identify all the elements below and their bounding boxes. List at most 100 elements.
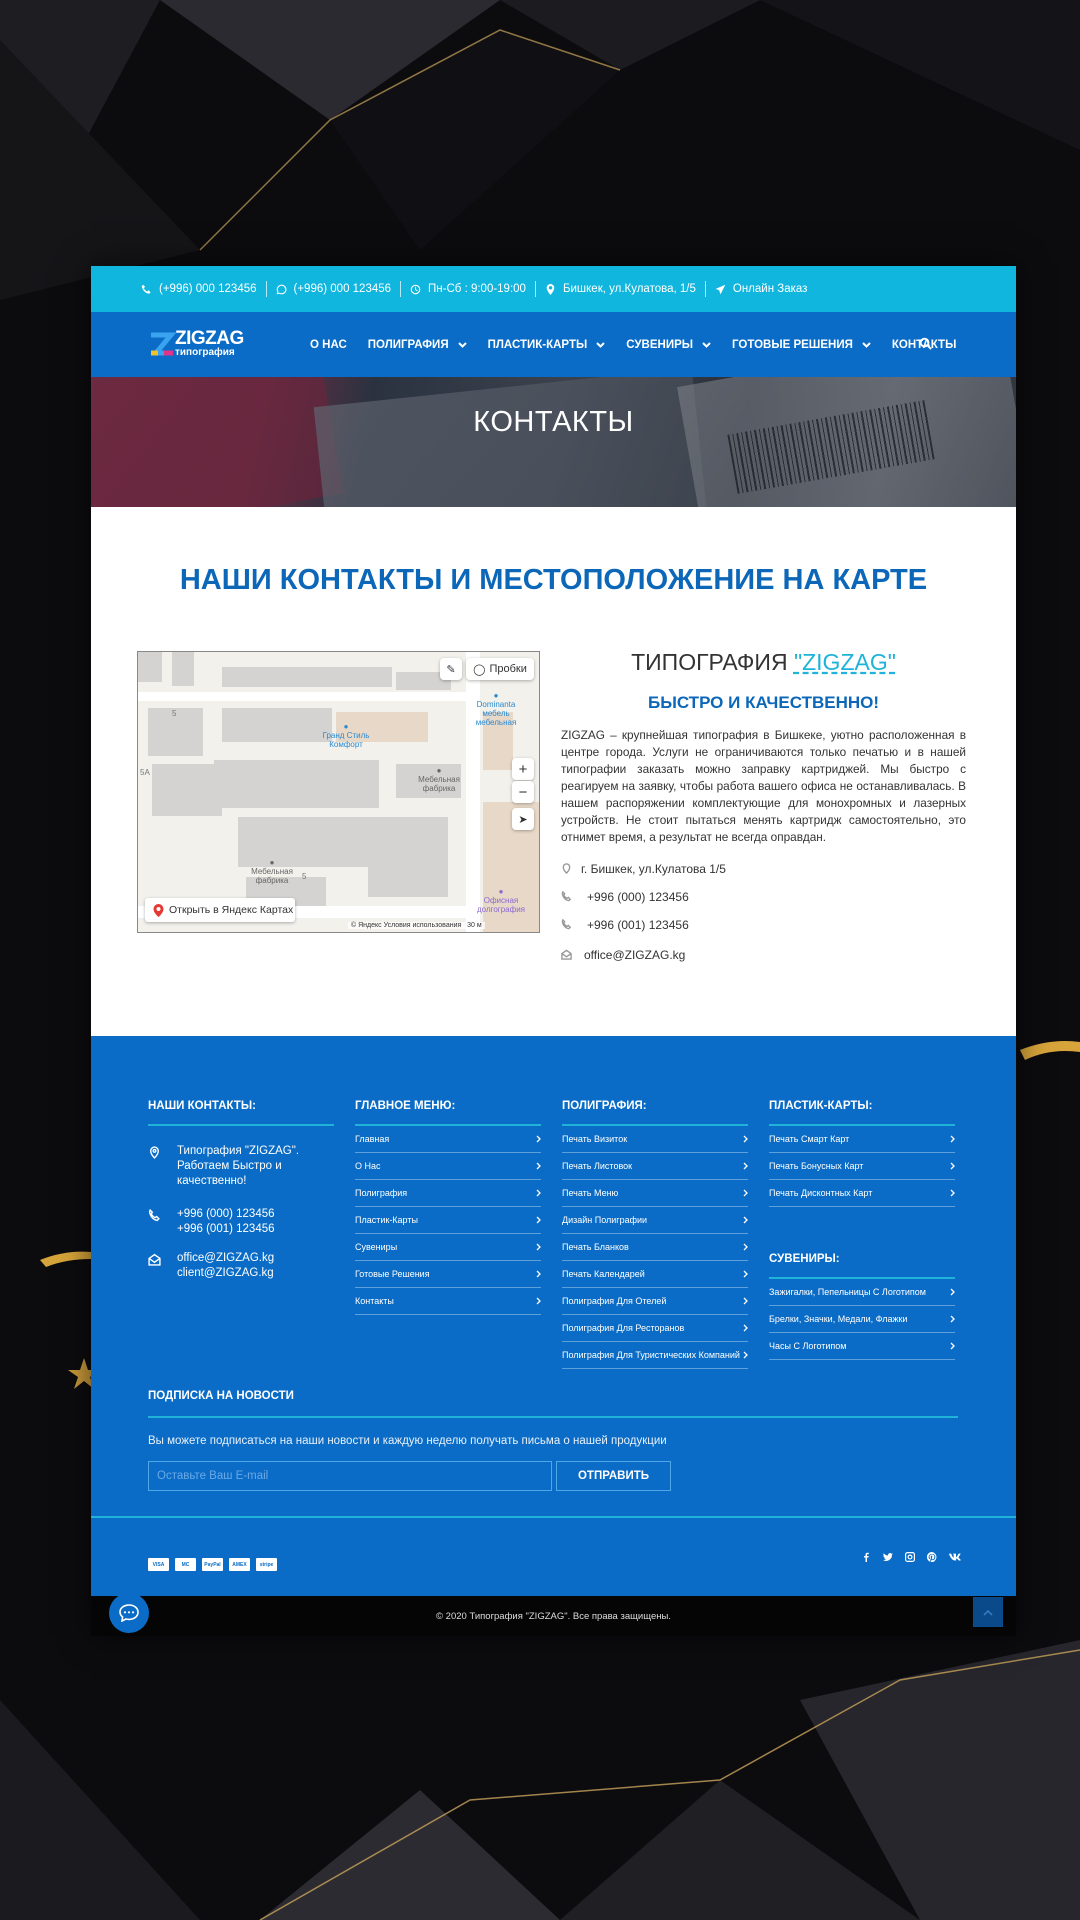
footer-link-label: Печать Календарей	[562, 1269, 645, 1279]
footer-phone-2[interactable]: +996 (001) 123456	[177, 1222, 275, 1237]
newsletter-submit-button[interactable]: ОТПРАВИТЬ	[556, 1461, 671, 1491]
map-zoom-in-button[interactable]: +	[512, 758, 534, 780]
footer-poligraphy-link[interactable]: Дизайн Полиграфии	[562, 1207, 748, 1234]
footer-contact-emails[interactable]: office@ZIGZAG.kg client@ZIGZAG.kg	[148, 1251, 334, 1281]
footer-menu-link[interactable]: Контакты	[355, 1288, 541, 1315]
copyright-text: © 2020 Типография "ZIGZAG". Все права за…	[436, 1610, 671, 1622]
nav-ready-solutions-label: ГОТОВЫЕ РЕШЕНИЯ	[732, 338, 853, 351]
nav-plastic-cards[interactable]: ПЛАСТИК-КАРТЫ	[488, 339, 606, 351]
topbar-phone-text: (+996) 000 123456	[159, 283, 257, 295]
nav-ready-solutions[interactable]: ГОТОВЫЕ РЕШЕНИЯ	[732, 339, 871, 351]
chevron-right-icon	[743, 1189, 748, 1197]
chevron-right-icon	[536, 1243, 541, 1251]
map-poi-factory[interactable]: ● Мебельная фабрика	[244, 858, 300, 885]
chevron-right-icon	[743, 1270, 748, 1278]
contact-address: г. Бишкек, ул.Кулатова 1/5	[561, 860, 966, 877]
site-logo[interactable]: ZIGZAG типография	[148, 328, 248, 360]
map-poi-office[interactable]: ● Офисная долгография	[474, 887, 528, 914]
footer-poligraphy-link[interactable]: Полиграфия Для Туристических Компаний	[562, 1342, 748, 1369]
footer-souvenirs-link[interactable]: Зажигалки, Пепельницы С Логотипом	[769, 1279, 955, 1306]
footer-divider	[91, 1516, 1016, 1518]
footer-menu-link[interactable]: Главная	[355, 1126, 541, 1153]
chevron-right-icon	[536, 1297, 541, 1305]
map-poi-label: Мебельная фабрика	[251, 867, 293, 885]
facebook-icon[interactable]	[861, 1552, 871, 1562]
map-pin-icon: ●	[269, 858, 275, 867]
footer-poligraphy-link[interactable]: Печать Календарей	[562, 1261, 748, 1288]
topbar-whatsapp-text: (+996) 000 123456	[293, 283, 392, 295]
topbar-phone[interactable]: (+996) 000 123456	[141, 281, 267, 297]
contact-email[interactable]: office@ZIGZAG.kg	[561, 946, 966, 963]
topbar-hours-text: Пн-Сб : 9:00-19:00	[428, 283, 526, 295]
map-poi-label: Гранд Стиль Комфорт	[322, 731, 370, 749]
map-pin-icon: ●	[343, 722, 349, 731]
chevron-right-icon	[536, 1135, 541, 1143]
scroll-to-top-button[interactable]	[973, 1597, 1003, 1627]
nav-poligraphy[interactable]: ПОЛИГРАФИЯ	[368, 339, 467, 351]
map-geolocation-button[interactable]: ➤	[512, 808, 534, 830]
footer-menu-link[interactable]: Готовые Решения	[355, 1261, 541, 1288]
footer-email-2[interactable]: client@ZIGZAG.kg	[177, 1266, 274, 1281]
footer-poligraphy-link[interactable]: Печать Бланков	[562, 1234, 748, 1261]
chevron-right-icon	[743, 1324, 748, 1332]
footer-link-label: Зажигалки, Пепельницы С Логотипом	[769, 1287, 926, 1297]
footer-cards-link[interactable]: Печать Бонусных Карт	[769, 1153, 955, 1180]
chevron-right-icon	[950, 1189, 955, 1197]
newsletter-email-input[interactable]	[148, 1461, 552, 1491]
chevron-down-icon	[596, 341, 605, 348]
map-poi-factory[interactable]: ● Мебельная фабрика	[412, 766, 466, 793]
footer-email-1[interactable]: office@ZIGZAG.kg	[177, 1251, 274, 1266]
chevron-right-icon	[950, 1315, 955, 1323]
footer-link-label: Полиграфия Для Туристических Компаний	[562, 1350, 740, 1360]
footer-poligraphy-link[interactable]: Печать Листовок	[562, 1153, 748, 1180]
instagram-icon[interactable]	[905, 1552, 915, 1562]
footer-menu-link[interactable]: Пластик-Карты	[355, 1207, 541, 1234]
nav-souvenirs[interactable]: СУВЕНИРЫ	[626, 339, 711, 351]
footer-poligraphy-link[interactable]: Полиграфия Для Ресторанов	[562, 1315, 748, 1342]
contact-phone-1[interactable]: +996 (000) 123456	[561, 888, 966, 905]
footer-link-label: Печать Меню	[562, 1188, 619, 1198]
footer-menu-link[interactable]: Сувениры	[355, 1234, 541, 1261]
map-traffic-button[interactable]: ◯ Пробки	[466, 658, 534, 680]
vk-icon[interactable]	[949, 1552, 961, 1562]
footer-poligraphy-link[interactable]: Полиграфия Для Отелей	[562, 1288, 748, 1315]
nav-about-label: О НАС	[310, 338, 347, 351]
yandex-map[interactable]: 5 5А 5 ● Гранд Стиль Комфорт ● Dominanta м…	[137, 651, 540, 933]
chevron-right-icon	[950, 1288, 955, 1296]
map-road	[138, 692, 466, 701]
pinterest-icon[interactable]	[927, 1552, 937, 1562]
topbar-online-order[interactable]: Онлайн Заказ	[706, 281, 817, 297]
map-house-number: 5А	[140, 768, 150, 777]
footer-poligraphy-link[interactable]: Печать Меню	[562, 1180, 748, 1207]
search-icon[interactable]	[919, 337, 932, 350]
map-copyright[interactable]: © Яндекс Условия использования 30 м	[348, 922, 485, 929]
footer-phone-1[interactable]: +996 (000) 123456	[177, 1207, 275, 1222]
contact-phone-2[interactable]: +996 (001) 123456	[561, 916, 966, 933]
footer-plastic-cards: ПЛАСТИК-КАРТЫ: Печать Смарт Карт Печать …	[769, 1100, 955, 1360]
footer-poligraphy-link[interactable]: Печать Визиток	[562, 1126, 748, 1153]
topbar-whatsapp[interactable]: (+996) 000 123456	[267, 281, 402, 297]
newsletter-text: Вы можете подписаться на наши новости и …	[148, 1435, 667, 1447]
chat-button[interactable]	[109, 1593, 149, 1633]
nav-about[interactable]: О НАС	[310, 339, 347, 351]
map-poi-dominanta[interactable]: ● Dominanta мебель мебельная	[470, 691, 522, 727]
footer-cards-link[interactable]: Печать Дисконтных Карт	[769, 1180, 955, 1207]
chevron-right-icon	[536, 1270, 541, 1278]
twitter-icon[interactable]	[883, 1552, 893, 1562]
footer-cards-link[interactable]: Печать Смарт Карт	[769, 1126, 955, 1153]
visa-icon: VISA	[148, 1558, 169, 1571]
footer-menu-link[interactable]: Полиграфия	[355, 1180, 541, 1207]
map-ruler-button[interactable]: ✎	[440, 658, 462, 680]
open-in-yandex-maps-link[interactable]: Открыть в Яндекс Картах	[145, 898, 295, 922]
footer-souvenirs-link[interactable]: Брелки, Значки, Медали, Флажки	[769, 1306, 955, 1333]
footer-souvenirs-link[interactable]: Часы С Логотипом	[769, 1333, 955, 1360]
map-poi-grand[interactable]: ● Гранд Стиль Комфорт	[316, 722, 376, 749]
map-scale: 30 м	[467, 922, 482, 929]
footer-menu-link[interactable]: О Нас	[355, 1153, 541, 1180]
contact-address-text: г. Бишкек, ул.Кулатова 1/5	[581, 861, 726, 876]
footer-contact-phones[interactable]: +996 (000) 123456 +996 (001) 123456	[148, 1207, 334, 1237]
map-zoom-out-button[interactable]: −	[512, 781, 534, 803]
phone-icon	[141, 284, 151, 294]
map-marker-icon	[546, 283, 555, 295]
company-name-link[interactable]: "ZIGZAG"	[794, 649, 896, 675]
